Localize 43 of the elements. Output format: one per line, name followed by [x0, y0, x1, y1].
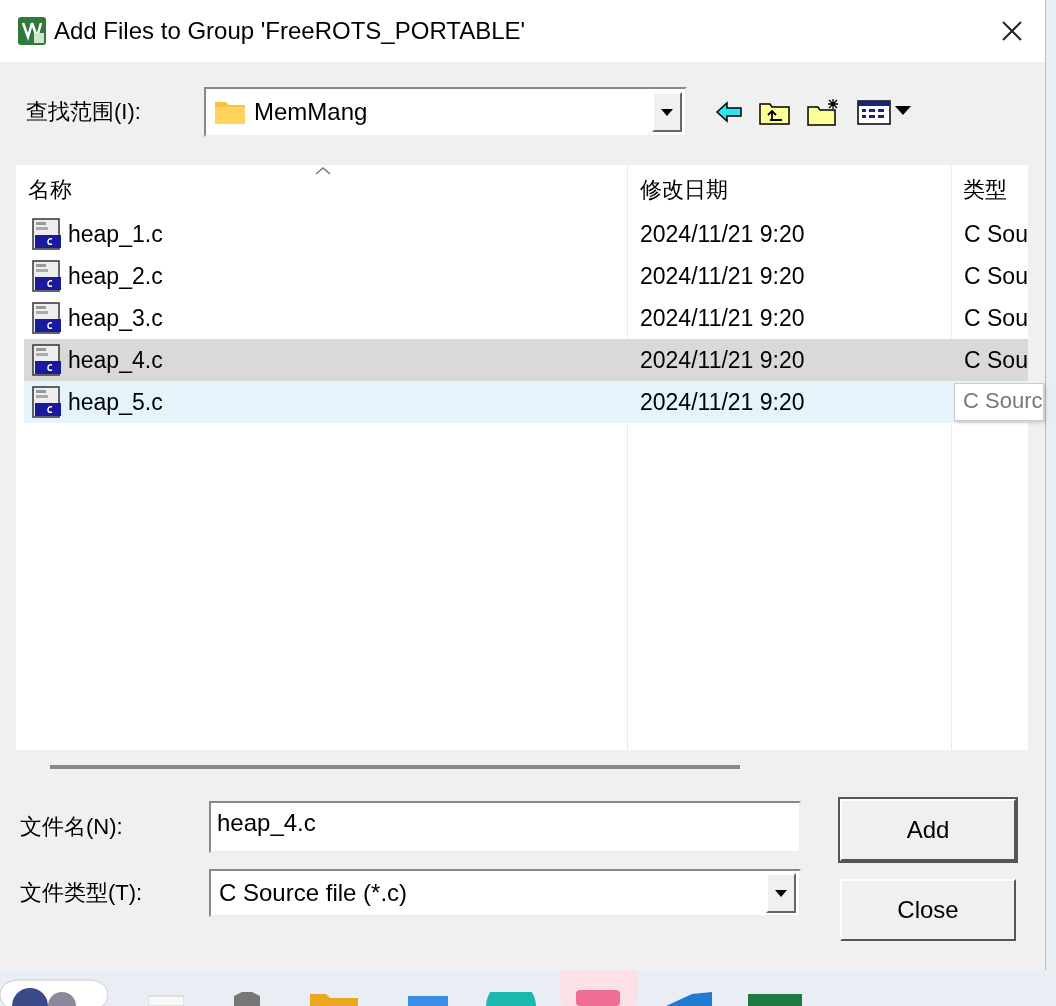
file-type-dropdown[interactable]: C Source file (*.c): [209, 869, 801, 917]
file-type: C Sou: [964, 304, 1028, 332]
file-name-label: 文件名(N):: [20, 813, 124, 841]
c-file-icon: [32, 386, 62, 418]
file-row[interactable]: heap_4.c 2024/11/21 9:20 C Sou: [24, 339, 1028, 381]
modified-date: 2024/11/21 9:20: [640, 304, 805, 332]
modified-date: 2024/11/21 9:20: [640, 346, 805, 374]
file-name: heap_3.c: [68, 304, 163, 332]
c-file-icon: [32, 344, 62, 376]
column-header[interactable]: 类型: [963, 175, 1007, 205]
c-file-icon: [32, 218, 62, 250]
scrollbar-thumb[interactable]: [50, 765, 740, 769]
new-folder-icon[interactable]: [807, 98, 841, 126]
file-type: C Sou: [964, 220, 1028, 248]
close-icon[interactable]: [1001, 20, 1023, 42]
look-in-dropdown[interactable]: MemMang: [204, 87, 687, 137]
file-type: C Sou: [964, 262, 1028, 290]
file-type-label: 文件类型(T):: [20, 879, 144, 907]
file-row[interactable]: heap_1.c 2024/11/21 9:20 C Sou: [24, 213, 1028, 255]
column-header[interactable]: 名称: [28, 175, 72, 205]
file-name: heap_5.c: [68, 388, 163, 416]
window-title: Add Files to Group 'FreeROTS_PORTABLE': [54, 17, 526, 45]
folder-icon: [214, 99, 246, 125]
close-button[interactable]: Close: [840, 879, 1016, 941]
file-name: heap_1.c: [68, 220, 163, 248]
file-row[interactable]: heap_3.c 2024/11/21 9:20 C Sou: [24, 297, 1028, 339]
tooltip: C Sourc: [954, 383, 1045, 421]
file-name: heap_4.c: [68, 346, 163, 374]
file-type: C Sou: [964, 346, 1028, 374]
modified-date: 2024/11/21 9:20: [640, 262, 805, 290]
c-file-icon: [32, 260, 62, 292]
file-row[interactable]: heap_2.c 2024/11/21 9:20 C Sou: [24, 255, 1028, 297]
look-in-label: 查找范围(I):: [26, 98, 142, 126]
file-name: heap_2.c: [68, 262, 163, 290]
view-menu-icon[interactable]: [857, 99, 913, 125]
add-button[interactable]: Add: [840, 799, 1016, 861]
file-name-field[interactable]: heap_4.c: [209, 801, 801, 853]
back-arrow-icon[interactable]: [715, 101, 743, 123]
modified-date: 2024/11/21 9:20: [640, 388, 805, 416]
modified-date: 2024/11/21 9:20: [640, 220, 805, 248]
c-file-icon: [32, 302, 62, 334]
column-header[interactable]: 修改日期: [640, 175, 728, 205]
sort-caret-icon: [315, 167, 331, 175]
